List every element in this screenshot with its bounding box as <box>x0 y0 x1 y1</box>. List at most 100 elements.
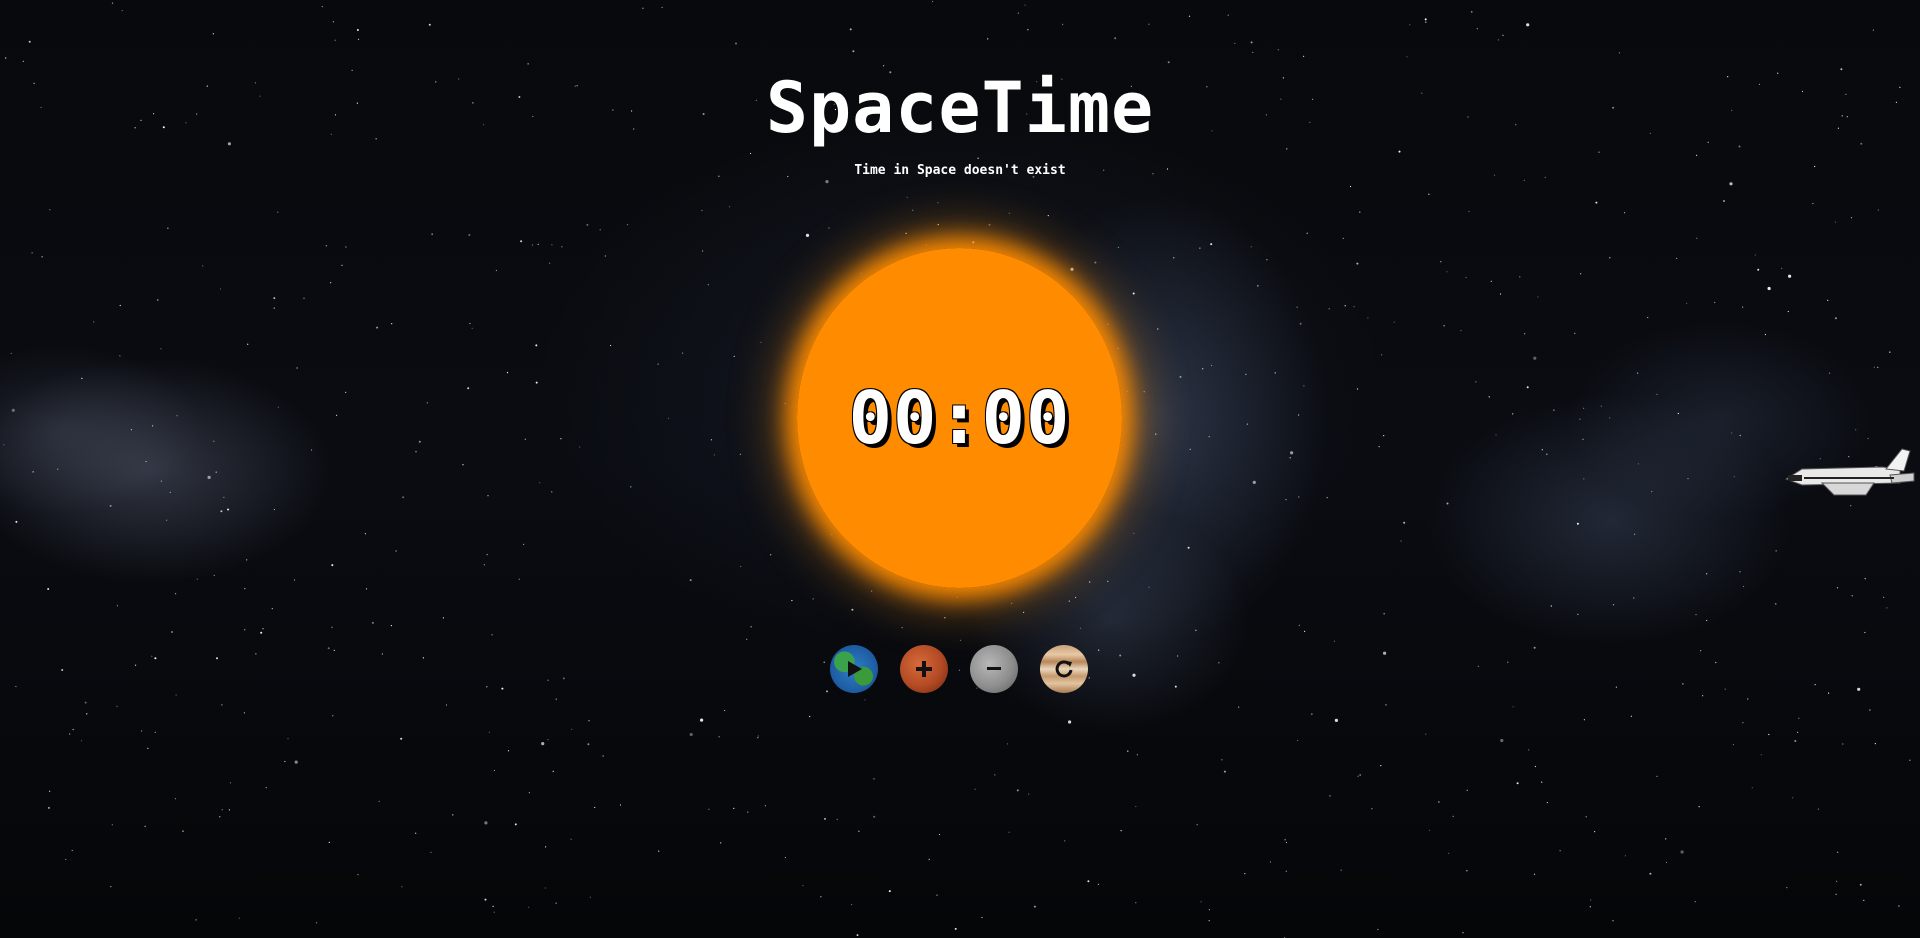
star <box>981 916 983 919</box>
star <box>1827 299 1829 301</box>
star <box>1425 733 1427 735</box>
star <box>1706 573 1708 575</box>
star <box>111 2 114 4</box>
star <box>1731 432 1733 434</box>
star <box>1872 29 1874 31</box>
star <box>1210 243 1213 246</box>
increase-button[interactable] <box>900 645 948 693</box>
reset-button[interactable] <box>1040 645 1088 693</box>
star <box>544 887 546 889</box>
star <box>1851 595 1853 597</box>
star <box>1687 478 1689 480</box>
star <box>1008 212 1010 214</box>
star <box>486 554 488 556</box>
star <box>484 898 487 901</box>
star <box>1637 372 1639 374</box>
star <box>1466 870 1468 872</box>
star <box>1173 257 1175 259</box>
star <box>316 922 318 924</box>
star <box>1792 797 1794 799</box>
star <box>1298 496 1300 498</box>
star <box>1274 372 1276 374</box>
star <box>642 7 644 9</box>
star <box>1546 802 1548 804</box>
star <box>1468 210 1470 213</box>
star <box>1428 829 1431 831</box>
star <box>1594 831 1596 833</box>
star <box>928 858 930 861</box>
star <box>1285 841 1288 844</box>
star <box>378 800 380 802</box>
star <box>169 491 171 493</box>
star <box>1715 661 1717 664</box>
star <box>1582 438 1584 440</box>
star <box>28 40 31 43</box>
star <box>1452 815 1454 817</box>
star <box>888 890 891 893</box>
star <box>1576 522 1579 525</box>
star <box>1651 491 1653 493</box>
star <box>571 728 573 730</box>
star <box>750 626 752 628</box>
star <box>1234 42 1236 45</box>
star <box>1428 193 1430 195</box>
star <box>160 348 162 350</box>
star <box>1624 855 1626 857</box>
star <box>938 833 941 836</box>
star <box>1462 932 1464 934</box>
star <box>586 223 589 226</box>
star <box>760 341 762 343</box>
star <box>1466 789 1468 791</box>
star <box>551 244 553 246</box>
star <box>1017 12 1019 14</box>
star <box>905 232 907 234</box>
star <box>1612 920 1614 922</box>
star <box>1024 4 1026 6</box>
star <box>227 509 230 511</box>
star <box>1585 816 1587 818</box>
star <box>619 804 622 806</box>
decrease-button[interactable] <box>970 645 1018 693</box>
star <box>728 206 731 208</box>
star <box>321 6 323 8</box>
star <box>1695 614 1697 616</box>
star <box>1507 661 1509 663</box>
star <box>560 438 562 440</box>
star <box>15 685 17 688</box>
star <box>1528 749 1530 751</box>
star <box>487 495 489 497</box>
star <box>22 60 24 63</box>
star <box>213 574 215 577</box>
star <box>431 233 433 235</box>
star <box>1775 603 1777 605</box>
star <box>1383 435 1385 437</box>
star <box>724 709 726 712</box>
star <box>1393 321 1395 323</box>
star <box>1797 731 1799 733</box>
star <box>1526 23 1530 27</box>
tagline: Time in Space doesn't exist <box>854 163 1066 178</box>
star <box>825 180 829 184</box>
star <box>1087 880 1090 883</box>
star <box>1211 364 1213 367</box>
star <box>1252 51 1254 54</box>
star <box>1383 613 1385 615</box>
star <box>1533 646 1536 649</box>
star <box>1767 286 1771 291</box>
star <box>1512 706 1514 708</box>
star <box>157 299 159 301</box>
star <box>1289 457 1291 459</box>
star <box>1519 276 1521 278</box>
star <box>701 209 703 212</box>
star <box>1686 302 1688 304</box>
star <box>1357 775 1359 777</box>
star <box>1864 578 1866 580</box>
star <box>1788 274 1792 278</box>
star <box>906 196 908 198</box>
star <box>944 617 946 619</box>
star <box>1476 28 1478 30</box>
star <box>1089 581 1091 583</box>
star <box>1754 254 1756 256</box>
play-button[interactable] <box>830 645 878 693</box>
star <box>1742 306 1744 308</box>
